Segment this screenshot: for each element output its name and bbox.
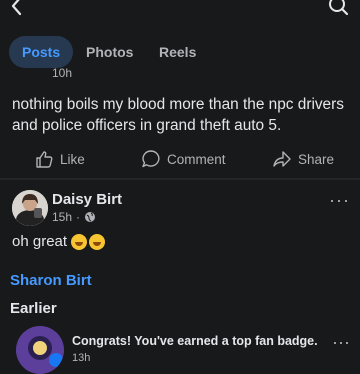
comment-label: Comment [167,151,226,167]
comment-text: oh great [12,233,106,250]
post-actions: Like Comment Share [0,146,360,172]
globe-icon [85,212,96,222]
more-options-icon[interactable]: ··· [332,332,350,353]
chevron-left-icon[interactable] [6,0,28,18]
tab-reels[interactable]: Reels [159,36,196,68]
reply-author-link[interactable]: Sharon Birt [10,272,92,289]
notification-time: 13h [72,352,91,364]
tab-posts[interactable]: Posts [9,36,74,68]
comment-author[interactable]: Daisy Birt [52,191,122,208]
like-button[interactable]: Like [34,146,85,172]
top-bar [0,0,360,28]
notification-item[interactable]: Congrats! You've earned a top fan badge.… [0,322,360,374]
comment-body: oh great [12,233,68,250]
laughing-emoji-icon [71,233,88,250]
comment-meta: 15h · [52,210,96,224]
separator-dot: · [76,210,81,224]
comment-button[interactable]: Comment [141,146,226,172]
profile-photo [12,190,48,226]
notification-text: Congrats! You've earned a top fan badge. [72,334,318,348]
top-fan-badge-icon [16,326,64,374]
like-label: Like [60,151,85,167]
tab-photos[interactable]: Photos [86,36,133,68]
search-icon[interactable] [326,0,350,18]
thumbs-up-icon [36,151,53,168]
share-button[interactable]: Share [272,146,334,172]
avatar[interactable] [12,190,48,226]
divider [0,178,360,180]
more-options-icon[interactable]: ··· [329,190,350,211]
comment-time: 15h [52,210,73,224]
badge-avatar [16,326,64,374]
share-label: Share [298,151,335,167]
post-text: nothing boils my blood more than the npc… [12,96,344,134]
share-icon [273,151,291,167]
comment-icon [142,150,160,168]
section-heading: Earlier [10,300,57,317]
post-timestamp: 10h [52,66,73,80]
laughing-emoji-icon [89,233,106,250]
